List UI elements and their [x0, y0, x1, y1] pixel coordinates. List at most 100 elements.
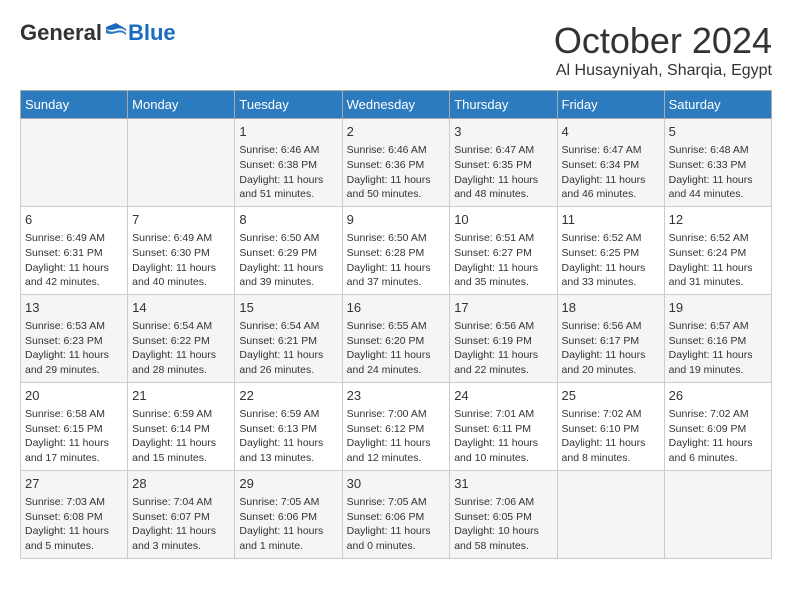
cell-text: Daylight: 11 hours and 39 minutes. — [239, 261, 337, 290]
cell-text: Sunset: 6:19 PM — [454, 334, 552, 349]
calendar-week-row: 27Sunrise: 7:03 AMSunset: 6:08 PMDayligh… — [21, 470, 772, 558]
cell-text: Sunset: 6:15 PM — [25, 422, 123, 437]
cell-text: Sunset: 6:09 PM — [669, 422, 767, 437]
cell-text: Sunset: 6:17 PM — [562, 334, 660, 349]
day-number: 4 — [562, 123, 660, 141]
calendar-cell: 29Sunrise: 7:05 AMSunset: 6:06 PMDayligh… — [235, 470, 342, 558]
calendar-cell: 3Sunrise: 6:47 AMSunset: 6:35 PMDaylight… — [450, 119, 557, 207]
calendar-cell: 12Sunrise: 6:52 AMSunset: 6:24 PMDayligh… — [664, 206, 771, 294]
day-number: 19 — [669, 299, 767, 317]
page-header: General Blue October 2024 Al Husayniyah,… — [20, 20, 772, 80]
cell-text: Sunset: 6:25 PM — [562, 246, 660, 261]
cell-text: Sunrise: 6:53 AM — [25, 319, 123, 334]
cell-text: Sunset: 6:31 PM — [25, 246, 123, 261]
cell-text: Sunset: 6:08 PM — [25, 510, 123, 525]
day-number: 22 — [239, 387, 337, 405]
cell-text: Sunset: 6:07 PM — [132, 510, 230, 525]
day-number: 11 — [562, 211, 660, 229]
calendar-cell — [128, 119, 235, 207]
cell-text: Daylight: 10 hours and 58 minutes. — [454, 524, 552, 553]
cell-text: Sunset: 6:06 PM — [239, 510, 337, 525]
cell-text: Sunrise: 6:47 AM — [454, 143, 552, 158]
logo: General Blue — [20, 20, 176, 46]
calendar-cell: 15 Sunrise: 6:54 AMSunset: 6:21 PMDayligh… — [235, 294, 342, 382]
cell-text: Daylight: 11 hours and 24 minutes. — [347, 348, 446, 377]
day-number: 10 — [454, 211, 552, 229]
cell-text: Sunrise: 7:01 AM — [454, 407, 552, 422]
calendar-cell: 5Sunrise: 6:48 AMSunset: 6:33 PMDaylight… — [664, 119, 771, 207]
header-saturday: Saturday — [664, 91, 771, 119]
day-number: 30 — [347, 475, 446, 493]
calendar-cell — [21, 119, 128, 207]
day-number: 1 — [239, 123, 337, 141]
calendar-cell: 23Sunrise: 7:00 AMSunset: 6:12 PMDayligh… — [342, 382, 450, 470]
header-friday: Friday — [557, 91, 664, 119]
day-number: 26 — [669, 387, 767, 405]
calendar-cell: 20Sunrise: 6:58 AMSunset: 6:15 PMDayligh… — [21, 382, 128, 470]
cell-text: Sunset: 6:06 PM — [347, 510, 446, 525]
cell-text: Daylight: 11 hours and 19 minutes. — [669, 348, 767, 377]
calendar-cell — [557, 470, 664, 558]
cell-text: Daylight: 11 hours and 8 minutes. — [562, 436, 660, 465]
cell-text: Sunrise: 7:02 AM — [669, 407, 767, 422]
cell-text: Sunset: 6:14 PM — [132, 422, 230, 437]
cell-text: Sunset: 6:38 PM — [239, 158, 337, 173]
cell-text: Sunset: 6:21 PM — [239, 334, 337, 349]
cell-text: Daylight: 11 hours and 17 minutes. — [25, 436, 123, 465]
day-number: 18 — [562, 299, 660, 317]
cell-text: Sunrise: 6:48 AM — [669, 143, 767, 158]
cell-text: Daylight: 11 hours and 13 minutes. — [239, 436, 337, 465]
calendar-cell: 18Sunrise: 6:56 AMSunset: 6:17 PMDayligh… — [557, 294, 664, 382]
calendar-cell — [664, 470, 771, 558]
day-number: 14 — [132, 299, 230, 317]
day-number: 15 — [239, 299, 337, 317]
month-year-title: October 2024 — [554, 20, 772, 62]
day-number: 6 — [25, 211, 123, 229]
cell-text: Sunrise: 7:06 AM — [454, 495, 552, 510]
calendar-cell: 27Sunrise: 7:03 AMSunset: 6:08 PMDayligh… — [21, 470, 128, 558]
calendar-cell: 13Sunrise: 6:53 AMSunset: 6:23 PMDayligh… — [21, 294, 128, 382]
calendar-cell: 22Sunrise: 6:59 AMSunset: 6:13 PMDayligh… — [235, 382, 342, 470]
cell-text: Sunset: 6:13 PM — [239, 422, 337, 437]
day-number: 7 — [132, 211, 230, 229]
cell-text: Daylight: 11 hours and 35 minutes. — [454, 261, 552, 290]
cell-text: Sunrise: 6:54 AM — [239, 319, 337, 334]
cell-text: Daylight: 11 hours and 42 minutes. — [25, 261, 123, 290]
cell-text: Sunrise: 6:47 AM — [562, 143, 660, 158]
cell-text: Sunset: 6:12 PM — [347, 422, 446, 437]
cell-text: Sunrise: 7:04 AM — [132, 495, 230, 510]
header-thursday: Thursday — [450, 91, 557, 119]
cell-text: Daylight: 11 hours and 26 minutes. — [239, 348, 337, 377]
cell-text: Daylight: 11 hours and 51 minutes. — [239, 173, 337, 202]
day-number: 25 — [562, 387, 660, 405]
calendar-week-row: 1 Sunrise: 6:46 AM Sunset: 6:38 PMDaylight… — [21, 119, 772, 207]
cell-text: Sunset: 6:23 PM — [25, 334, 123, 349]
cell-text: Sunset: 6:33 PM — [669, 158, 767, 173]
cell-text: Sunrise: 6:57 AM — [669, 319, 767, 334]
calendar-cell: 21Sunrise: 6:59 AMSunset: 6:14 PMDayligh… — [128, 382, 235, 470]
day-number: 12 — [669, 211, 767, 229]
cell-text: Sunrise: 6:46 AM — [347, 143, 446, 158]
day-number: 8 — [239, 211, 337, 229]
day-number: 13 — [25, 299, 123, 317]
cell-text: Sunset: 6:20 PM — [347, 334, 446, 349]
calendar-cell: 31Sunrise: 7:06 AMSunset: 6:05 PMDayligh… — [450, 470, 557, 558]
cell-text: Sunset: 6:22 PM — [132, 334, 230, 349]
cell-text: Sunrise: 6:51 AM — [454, 231, 552, 246]
cell-text: Sunset: 6:29 PM — [239, 246, 337, 261]
logo-general: General — [20, 20, 102, 46]
calendar-cell: 25Sunrise: 7:02 AMSunset: 6:10 PMDayligh… — [557, 382, 664, 470]
location-title: Al Husayniyah, Sharqia, Egypt — [554, 62, 772, 80]
cell-text: Sunset: 6:24 PM — [669, 246, 767, 261]
cell-text: Sunrise: 6:52 AM — [562, 231, 660, 246]
calendar-cell: 19Sunrise: 6:57 AMSunset: 6:16 PMDayligh… — [664, 294, 771, 382]
cell-text: Daylight: 11 hours and 28 minutes. — [132, 348, 230, 377]
calendar-week-row: 13 Sunrise: 6:53 AMSunset: 6:23 PM Dayligh… — [21, 294, 772, 382]
calendar-cell: 14Sunrise: 6:54 AMSunset: 6:22 PMDayligh… — [128, 294, 235, 382]
cell-text: Daylight: 11 hours and 40 minutes. — [132, 261, 230, 290]
cell-text: Daylight: 11 hours and 0 minutes. — [347, 524, 446, 553]
calendar-week-row: 20Sunrise: 6:58 AMSunset: 6:15 PMDayligh… — [21, 382, 772, 470]
calendar-cell: 11Sunrise: 6:52 AMSunset: 6:25 PMDayligh… — [557, 206, 664, 294]
cell-text: Sunrise: 7:00 AM — [347, 407, 446, 422]
logo-icon — [104, 21, 128, 45]
